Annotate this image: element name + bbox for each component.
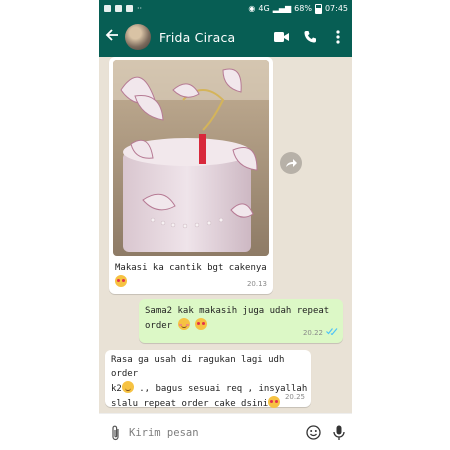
- message-time: 20.22: [302, 329, 323, 337]
- message-text-line: Rasa ga usah di ragukan lagi udh order: [111, 355, 285, 379]
- emoji-icon[interactable]: [300, 425, 326, 440]
- heart-eyes-emoji-icon: [268, 396, 281, 408]
- phone-call-icon[interactable]: [296, 30, 324, 44]
- message-time: 20.13: [246, 280, 267, 288]
- microphone-icon[interactable]: [326, 425, 352, 441]
- chat-area[interactable]: Makasi ka cantik bgt cakenya 20.13 Sama2…: [99, 57, 352, 413]
- message-input-bar: Kirim pesan: [99, 413, 352, 450]
- message-time: 20.25: [284, 393, 305, 401]
- attach-icon[interactable]: [103, 425, 129, 441]
- battery-percent: 68%: [294, 4, 312, 13]
- clock: 07:45: [324, 4, 348, 13]
- message-text-line: slalu repeat order cake dsini: [111, 399, 269, 409]
- video-call-icon[interactable]: [268, 31, 296, 43]
- incoming-message-image[interactable]: Makasi ka cantik bgt cakenya 20.13: [109, 57, 273, 294]
- message-input[interactable]: Kirim pesan: [129, 427, 300, 439]
- chat-header: Frida Ciraca: [99, 17, 352, 57]
- gallery-notification-icon: [115, 5, 122, 12]
- message-text-line: Sama2 kak makasih juga udah repeat: [145, 306, 330, 316]
- photo-notification-icon: [126, 5, 133, 12]
- incoming-message[interactable]: Rasa ga usah di ragukan lagi udh order k…: [105, 350, 311, 409]
- blush-emoji-icon: [177, 318, 190, 330]
- outgoing-message[interactable]: Sama2 kak makasih juga udah repeat order…: [139, 299, 343, 343]
- message-text-line: k2: [111, 384, 122, 394]
- forward-icon[interactable]: [280, 152, 302, 174]
- double-check-icon: [326, 326, 338, 340]
- network-type: 4G: [258, 4, 270, 13]
- message-text-line: order: [145, 321, 173, 331]
- arrow-left-icon[interactable]: [101, 28, 123, 46]
- heart-eyes-emoji-icon: [194, 318, 207, 330]
- more-vert-icon[interactable]: [324, 30, 352, 44]
- heart-eyes-emoji-icon: [115, 275, 127, 287]
- avatar[interactable]: [125, 24, 151, 50]
- signal-icon: ▂▄▆: [272, 4, 292, 13]
- cake-photo[interactable]: [113, 60, 269, 256]
- battery-icon: [314, 3, 322, 14]
- notification-icon: [104, 5, 111, 12]
- message-text: Makasi ka cantik bgt cakenya: [115, 263, 267, 273]
- status-bar: ·· ◉ 4G ▂▄▆ 68% 07:45: [99, 0, 352, 17]
- contact-name[interactable]: Frida Ciraca: [159, 30, 268, 45]
- whatsapp-status-icon: ◉: [248, 4, 256, 13]
- message-text-line: ., bagus sesuai req , insyallah: [133, 384, 308, 394]
- phone-screen: ·· ◉ 4G ▂▄▆ 68% 07:45 Frida Ciraca Makas…: [99, 0, 352, 450]
- grin-emoji-icon: [121, 381, 134, 393]
- more-notifications-icon: ··: [137, 4, 143, 13]
